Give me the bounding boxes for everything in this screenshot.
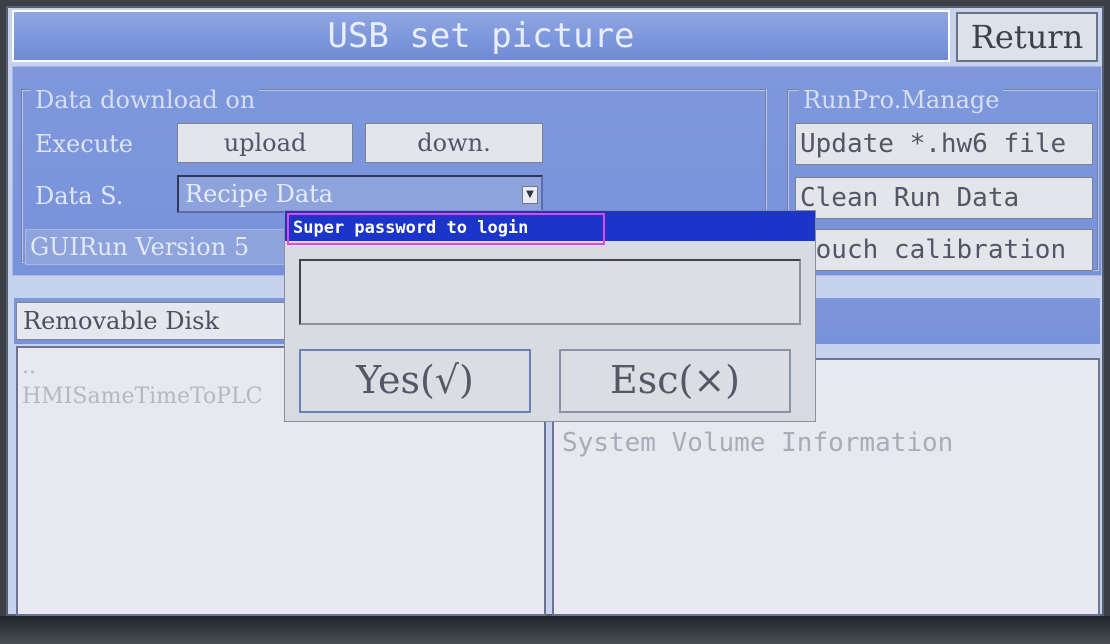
update-hw6-button[interactable]: Update *.hw6 file xyxy=(795,123,1093,165)
runpro-title: RunPro.Manage xyxy=(799,87,1004,113)
password-dialog: Super password to login Yes(√) Esc(×) xyxy=(284,210,816,422)
chevron-down-icon[interactable]: ▼ xyxy=(522,186,538,204)
data-source-value: Recipe Data xyxy=(185,180,334,208)
yes-button[interactable]: Yes(√) xyxy=(299,349,531,413)
data-download-title: Data download on xyxy=(31,87,260,113)
execute-label: Execute xyxy=(35,130,134,158)
download-button[interactable]: down. xyxy=(365,123,543,163)
gui-version-text: GUIRun Version 5 xyxy=(25,229,295,265)
page-title: USB set picture xyxy=(12,10,950,62)
data-source-select[interactable]: Recipe Data ▼ xyxy=(177,175,543,213)
upload-button[interactable]: upload xyxy=(177,123,353,163)
list-item[interactable]: HMISameTimeToPLC xyxy=(22,384,263,409)
screen-bezel xyxy=(0,616,1110,644)
esc-button[interactable]: Esc(×) xyxy=(559,349,791,413)
password-input[interactable] xyxy=(299,259,801,325)
return-button[interactable]: Return xyxy=(956,12,1098,62)
list-item[interactable]: System Volume Information xyxy=(562,428,953,458)
touch-calibration-button[interactable]: Touch calibration xyxy=(795,229,1093,271)
removable-disk-label[interactable]: Removable Disk xyxy=(16,302,286,340)
list-item[interactable]: .. xyxy=(22,354,36,379)
dialog-title: Super password to login xyxy=(287,213,605,245)
data-source-label: Data S. xyxy=(35,182,124,210)
clean-run-data-button[interactable]: Clean Run Data xyxy=(795,177,1093,219)
